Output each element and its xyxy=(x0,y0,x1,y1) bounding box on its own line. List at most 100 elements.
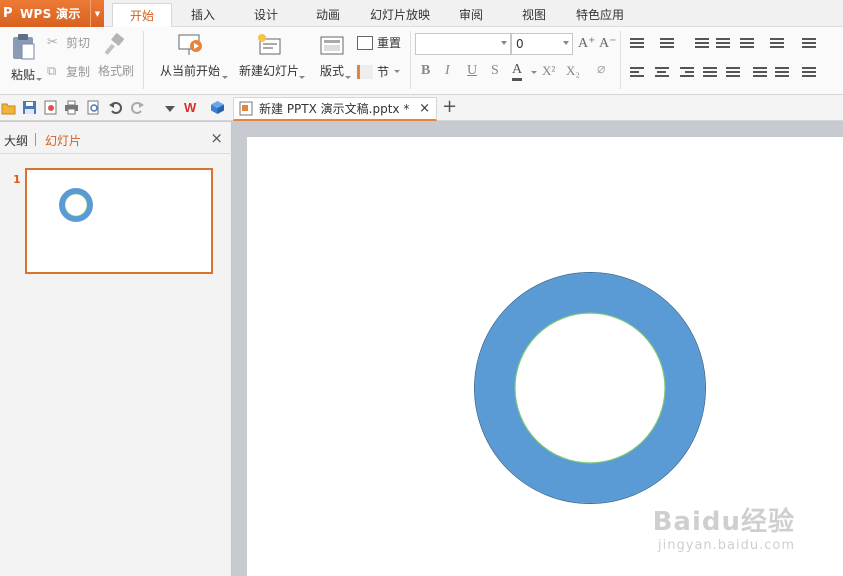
justify-icon[interactable] xyxy=(703,67,717,79)
font-name-select[interactable] xyxy=(415,33,511,55)
layout-icon xyxy=(320,36,344,55)
print-preview-icon[interactable] xyxy=(86,100,101,115)
tab-slides[interactable]: 幻灯片 xyxy=(45,132,81,149)
save-icon[interactable] xyxy=(22,100,37,115)
new-tab-icon[interactable]: + xyxy=(442,96,457,117)
bold-button[interactable]: B xyxy=(421,63,430,79)
paste-button[interactable]: 粘贴 xyxy=(4,33,42,91)
ribbon-toolbar: 粘贴 ✂ 剪切 ⧉ 复制 格式刷 从当前开始 新建幻灯片 版式 重置 节 0 A… xyxy=(0,27,843,95)
play-dropdown-icon xyxy=(222,76,228,79)
tab-insert[interactable]: 插入 xyxy=(180,0,226,27)
undo-icon[interactable] xyxy=(108,100,123,115)
underline-button[interactable]: U xyxy=(467,63,477,79)
subscript-button[interactable]: X₂ xyxy=(566,63,580,79)
thumbnail-ring-shape xyxy=(59,188,93,222)
clipboard-icon xyxy=(13,34,35,60)
app-menu-button[interactable]: P WPS 演示 ▼ xyxy=(0,0,104,27)
export-pdf-icon[interactable] xyxy=(43,100,58,115)
panel-tabs: 大纲 幻灯片 × xyxy=(0,122,232,154)
copy-button[interactable]: ⧉ 复制 xyxy=(47,63,90,80)
panel-tab-divider xyxy=(35,133,36,146)
paragraph-spacing-icon[interactable] xyxy=(775,67,789,79)
italic-button[interactable]: I xyxy=(445,63,450,79)
font-size-select[interactable]: 0 xyxy=(511,33,573,55)
app-menu-dropdown-icon[interactable]: ▼ xyxy=(90,0,104,27)
columns-icon[interactable] xyxy=(770,38,784,50)
app-name: WPS 演示 xyxy=(20,7,81,21)
cloud-cube-icon[interactable] xyxy=(210,100,225,115)
cut-button[interactable]: ✂ 剪切 xyxy=(47,34,90,51)
section-icon xyxy=(357,64,373,79)
layout-button[interactable]: 版式 xyxy=(312,33,352,83)
grow-font-button[interactable]: A⁺ xyxy=(578,35,596,52)
shrink-font-button[interactable]: A⁻ xyxy=(599,35,617,52)
tab-review[interactable]: 审阅 xyxy=(448,0,494,27)
reset-button[interactable]: 重置 xyxy=(357,34,401,51)
copy-icon: ⧉ xyxy=(47,64,57,79)
tab-slideshow[interactable]: 幻灯片放映 xyxy=(362,0,438,27)
line-spacing-icon[interactable] xyxy=(753,67,767,79)
ribbon-separator xyxy=(620,31,621,89)
menu-tab-bar: P WPS 演示 ▼ 开始 插入 设计 动画 幻灯片放映 审阅 视图 特色应用 xyxy=(0,0,843,28)
distribute-icon[interactable] xyxy=(726,67,740,79)
close-tab-icon[interactable]: × xyxy=(419,101,430,116)
section-button[interactable]: 节 xyxy=(357,63,400,80)
decrease-indent-icon[interactable] xyxy=(695,38,709,50)
open-folder-icon[interactable] xyxy=(1,100,16,115)
numbered-list-icon[interactable] xyxy=(660,38,674,50)
customize-toolbar-dropdown-icon[interactable] xyxy=(165,106,175,112)
close-panel-icon[interactable]: × xyxy=(210,129,223,147)
cut-label: 剪切 xyxy=(66,36,91,50)
play-from-current-label: 从当前开始 xyxy=(159,64,220,78)
slide-thumbnail[interactable] xyxy=(25,168,213,274)
superscript-button[interactable]: X² xyxy=(542,63,555,79)
align-center-icon[interactable] xyxy=(655,67,669,79)
font-color-dropdown-icon[interactable] xyxy=(531,71,537,74)
tab-outline[interactable]: 大纲 xyxy=(4,132,28,149)
watermark-url: jingyan.baidu.com xyxy=(658,538,795,553)
new-slide-label: 新建幻灯片 xyxy=(238,64,299,78)
quick-access-bar: W 新建 PPTX 演示文稿.pptx * × + xyxy=(0,95,843,121)
pptx-file-icon xyxy=(239,101,253,116)
text-direction-icon[interactable] xyxy=(740,38,754,50)
format-painter-button[interactable]: 格式刷 xyxy=(96,33,136,83)
slideshow-play-icon xyxy=(178,34,202,55)
copy-label: 复制 xyxy=(66,65,91,79)
font-name-dropdown-icon xyxy=(501,41,507,45)
slide-number: 1 xyxy=(13,173,21,186)
clear-format-icon[interactable]: ⌀ xyxy=(597,61,605,78)
scissors-icon: ✂ xyxy=(47,35,58,50)
new-slide-button[interactable]: 新建幻灯片 xyxy=(233,33,305,83)
font-size-value: 0 xyxy=(516,37,524,51)
reset-icon xyxy=(357,35,373,50)
tab-animation[interactable]: 动画 xyxy=(305,0,351,27)
tab-special-apps[interactable]: 特色应用 xyxy=(568,0,632,27)
redo-icon[interactable] xyxy=(130,100,145,115)
tab-view[interactable]: 视图 xyxy=(511,0,557,27)
new-slide-dropdown-icon xyxy=(299,76,305,79)
wps-logo-icon: P xyxy=(3,6,13,21)
document-tab[interactable]: 新建 PPTX 演示文稿.pptx * × xyxy=(233,97,437,121)
play-from-current-button[interactable]: 从当前开始 xyxy=(153,33,228,83)
bullet-list-icon[interactable] xyxy=(630,38,644,50)
new-slide-icon xyxy=(258,34,281,55)
tab-design[interactable]: 设计 xyxy=(243,0,289,27)
smart-art-icon[interactable] xyxy=(802,67,816,79)
section-dropdown-icon xyxy=(394,70,400,73)
slide-canvas[interactable]: Baidu经验 jingyan.baidu.com xyxy=(247,137,843,576)
tab-home[interactable]: 开始 xyxy=(112,3,172,28)
align-right-icon[interactable] xyxy=(680,67,694,79)
font-size-dropdown-icon xyxy=(563,41,569,45)
strikethrough-button[interactable]: S xyxy=(491,63,499,79)
paste-label: 粘贴 xyxy=(10,68,35,82)
text-align-vertical-icon[interactable] xyxy=(802,38,816,50)
font-color-button[interactable]: A xyxy=(512,62,523,81)
watermark-main: Baidu经验 xyxy=(652,507,795,537)
layout-dropdown-icon xyxy=(345,76,351,79)
print-icon[interactable] xyxy=(64,100,79,115)
paste-dropdown-icon xyxy=(36,78,42,81)
wps-logo-icon[interactable]: W xyxy=(184,100,199,115)
align-left-icon[interactable] xyxy=(630,67,644,79)
layout-label: 版式 xyxy=(319,64,344,78)
increase-indent-icon[interactable] xyxy=(716,38,730,50)
